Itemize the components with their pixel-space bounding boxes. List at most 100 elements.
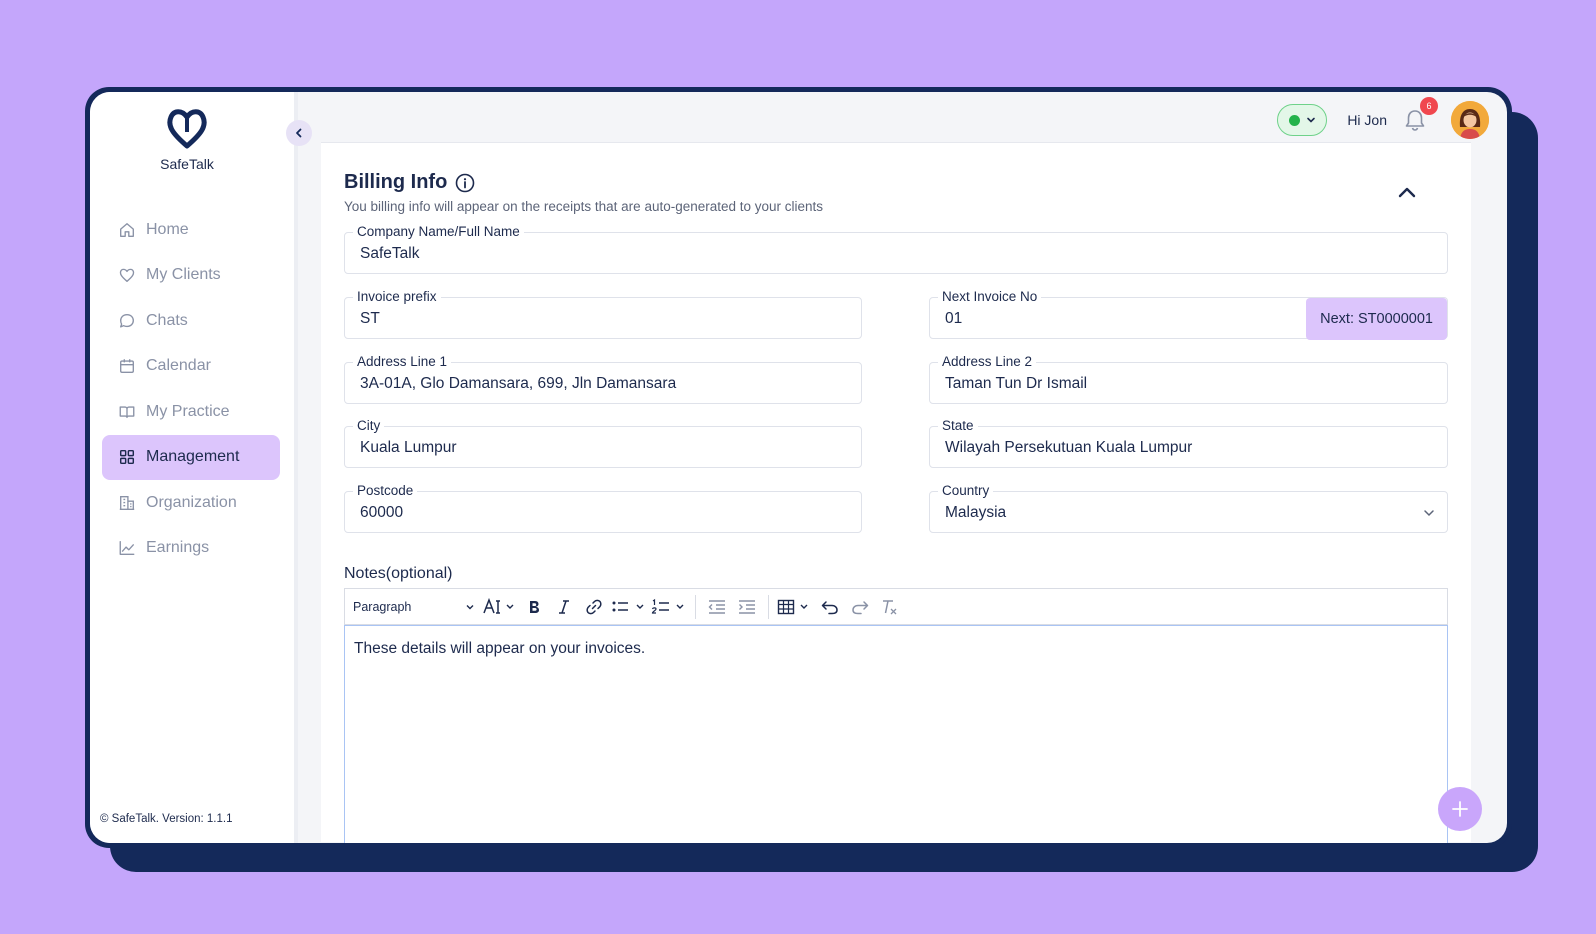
user-greeting: Hi Jon (1347, 112, 1387, 128)
notifications-button[interactable]: 6 (1401, 97, 1438, 134)
notification-count-badge: 6 (1420, 97, 1438, 115)
topbar: Hi Jon 6 (1277, 97, 1489, 140)
bold-icon (530, 600, 539, 613)
sidebar-item-label: Chats (146, 311, 188, 329)
address-line-1-value: 3A-01A, Glo Damansara, 699, Jln Damansar… (360, 375, 677, 392)
sidebar-item-calendar[interactable]: Calendar (102, 344, 280, 389)
avatar[interactable] (1451, 101, 1489, 139)
notes-editor[interactable]: These details will appear on your invoic… (344, 625, 1448, 843)
sidebar-item-earnings[interactable]: Earnings (102, 526, 280, 571)
toolbar-divider (695, 594, 696, 619)
numbered-list-button[interactable] (651, 594, 687, 620)
sidebar: SafeTalk Home My Clients Chats Calendar … (90, 92, 312, 843)
main-content: Hi Jon 6 Billing Info You billing info w… (298, 92, 1507, 843)
home-icon (120, 222, 134, 237)
clear-formatting-button[interactable] (877, 594, 903, 620)
notes-editor-text: These details will appear on your invoic… (354, 640, 646, 657)
calendar-icon (120, 359, 134, 373)
city-value: Kuala Lumpur (360, 439, 457, 456)
status-selector[interactable] (1277, 104, 1328, 136)
app-name: SafeTalk (160, 156, 214, 172)
version-text: © SafeTalk. Version: 1.1.1 (100, 813, 233, 825)
app-frame: SafeTalk Home My Clients Chats Calendar … (85, 87, 1512, 848)
billing-subtitle: You billing info will appear on the rece… (344, 199, 824, 214)
insert-table-button[interactable] (777, 594, 813, 620)
sidebar-item-label: Calendar (146, 357, 211, 374)
collapse-sidebar-button[interactable] (286, 120, 312, 146)
company-name-label: Company Name/Full Name (353, 224, 524, 239)
sidebar-item-label: Management (146, 448, 240, 465)
chevron-left-icon (296, 128, 302, 138)
heart-icon (119, 268, 135, 282)
state-value: Wilayah Persekutuan Kuala Lumpur (945, 439, 1193, 456)
user-avatar-icon (1451, 101, 1489, 139)
state-label: State (938, 418, 978, 433)
toolbar-divider (768, 594, 769, 619)
city-label: City (353, 418, 385, 433)
undo-icon (821, 600, 838, 614)
company-name-field[interactable]: Company Name/Full Name SafeTalk (344, 224, 1448, 274)
chevron-down-icon (1307, 117, 1315, 123)
city-field[interactable]: City Kuala Lumpur (344, 418, 862, 468)
state-field[interactable]: State Wilayah Persekutuan Kuala Lumpur (929, 418, 1448, 468)
clear-formatting-icon (883, 599, 897, 614)
billing-title-row: Billing Info (344, 171, 475, 194)
address-line-1-field[interactable]: Address Line 1 3A-01A, Glo Damansara, 69… (344, 354, 862, 404)
address-line-2-label: Address Line 2 (938, 354, 1037, 369)
chevron-up-icon[interactable] (1395, 181, 1419, 205)
address-line-2-field[interactable]: Address Line 2 Taman Tun Dr Ismail (929, 354, 1448, 404)
paragraph-format-select[interactable]: Paragraph (353, 600, 481, 614)
grid-icon (119, 449, 135, 465)
next-invoice-no-field[interactable]: Next Invoice No 01 Next: ST0000001 (929, 289, 1448, 340)
sidebar-item-organization[interactable]: Organization (102, 480, 280, 525)
country-value: Malaysia (945, 504, 1007, 521)
sidebar-item-label: My Practice (146, 402, 230, 420)
table-icon (777, 599, 808, 614)
app-window: SafeTalk Home My Clients Chats Calendar … (90, 92, 1507, 843)
redo-icon (852, 600, 869, 614)
building-icon (119, 495, 135, 510)
address-line-2-value: Taman Tun Dr Ismail (945, 375, 1088, 392)
editor-toolbar: Paragraph (344, 588, 1448, 625)
sidebar-item-my-clients[interactable]: My Clients (102, 253, 280, 298)
logo[interactable]: SafeTalk (150, 104, 224, 172)
line-chart-icon (119, 541, 135, 555)
undo-button[interactable] (817, 594, 843, 620)
format-select-value: Paragraph (353, 599, 412, 614)
sidebar-item-label: Organization (146, 493, 237, 511)
sidebar-item-my-practice[interactable]: My Practice (102, 389, 280, 434)
country-select[interactable]: Country Malaysia (929, 483, 1448, 533)
plus-icon (1452, 801, 1468, 817)
sidebar-item-chats[interactable]: Chats (102, 298, 280, 343)
invoice-prefix-label: Invoice prefix (353, 289, 441, 304)
info-icon[interactable] (455, 173, 475, 193)
next-invoice-no-label: Next Invoice No (938, 289, 1042, 304)
indent-button[interactable] (734, 594, 760, 620)
invoice-prefix-field[interactable]: Invoice prefix ST (344, 289, 862, 339)
outdent-icon (708, 599, 725, 614)
redo-button[interactable] (847, 594, 873, 620)
sidebar-item-management[interactable]: Management (102, 434, 280, 480)
bold-button[interactable] (521, 594, 547, 620)
link-icon (586, 599, 602, 614)
postcode-label: Postcode (353, 483, 418, 498)
link-button[interactable] (581, 594, 607, 620)
italic-button[interactable] (551, 594, 577, 620)
bulleted-list-button[interactable] (611, 594, 647, 620)
sidebar-item-label: Home (146, 220, 189, 238)
chevron-down-icon (466, 604, 474, 609)
add-button[interactable] (1438, 787, 1482, 831)
outdent-button[interactable] (704, 594, 730, 620)
font-size-icon (483, 597, 514, 614)
postcode-field[interactable]: Postcode 60000 (344, 483, 862, 533)
next-invoice-no-value: 01 (945, 310, 963, 327)
country-label: Country (938, 483, 994, 498)
sidebar-item-home[interactable]: Home (102, 207, 280, 252)
font-size-button[interactable] (483, 594, 517, 620)
book-open-icon (119, 405, 135, 418)
invoice-prefix-value: ST (360, 310, 380, 327)
chevron-down-icon (1424, 510, 1434, 517)
italic-icon (559, 599, 569, 614)
next-invoice-preview: Next: ST0000001 (1306, 298, 1447, 340)
postcode-value: 60000 (360, 504, 404, 521)
